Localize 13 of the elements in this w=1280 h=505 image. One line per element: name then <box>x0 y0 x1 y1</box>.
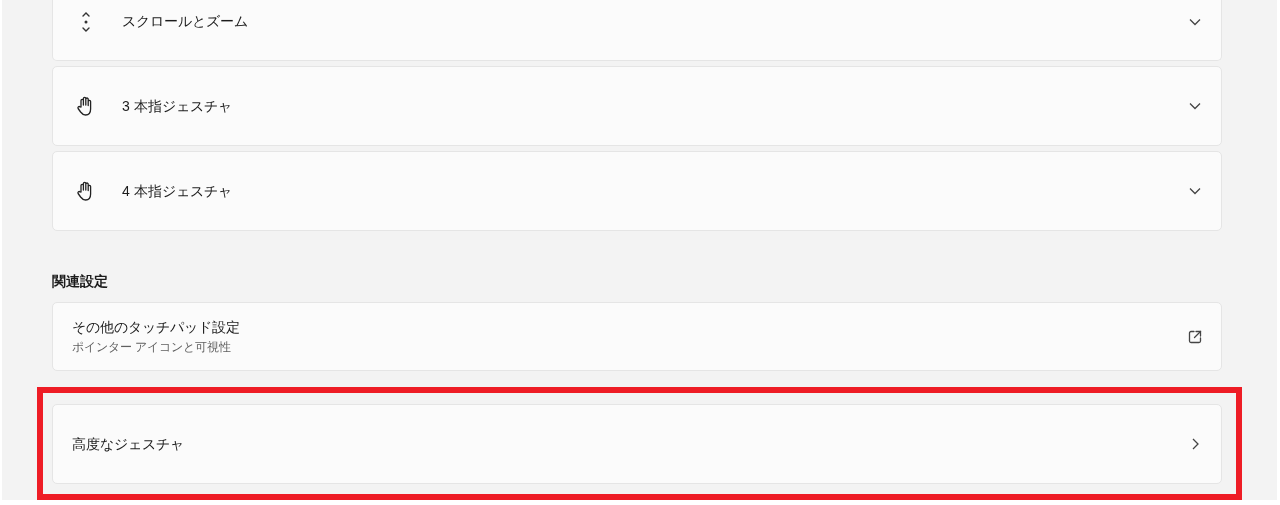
setting-title: その他のタッチパッド設定 <box>72 318 241 337</box>
setting-title: 高度なジェスチャ <box>72 434 185 454</box>
expander-card[interactable]: 3 本指ジェスチャ <box>52 66 1222 146</box>
settings-link-card[interactable]: 高度なジェスチャ <box>52 404 1222 484</box>
expander-label: スクロールとズーム <box>122 12 249 31</box>
section-heading: 関連設定 <box>52 272 109 291</box>
expander-label: 3 本指ジェスチャ <box>122 96 233 116</box>
external-link-icon <box>1187 328 1203 345</box>
expander-card[interactable]: スクロールとズーム <box>52 0 1222 61</box>
setting-subtitle: ポインター アイコンと可視性 <box>72 339 233 356</box>
expander-card[interactable]: 4 本指ジェスチャ <box>52 151 1222 231</box>
settings-link-card[interactable]: その他のタッチパッド設定 ポインター アイコンと可視性 <box>52 302 1222 371</box>
expander-label: 4 本指ジェスチャ <box>122 181 233 201</box>
